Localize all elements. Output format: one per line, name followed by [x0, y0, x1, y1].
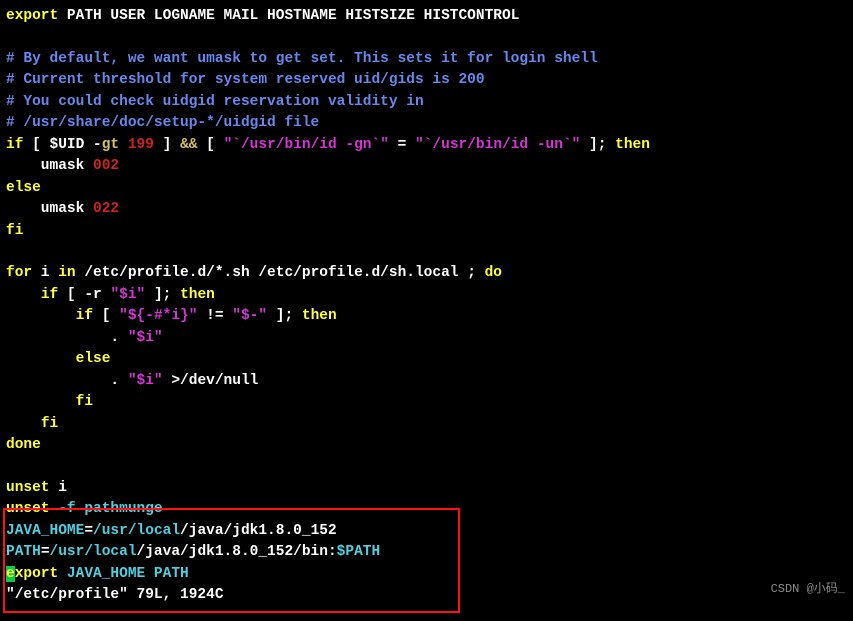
code-line: PATH=/usr/local/java/jdk1.8.0_152/bin:$P…	[6, 544, 380, 560]
code-line: fi	[6, 394, 93, 410]
code-line: JAVA_HOME=/usr/local/java/jdk1.8.0_152	[6, 523, 337, 539]
code-line: else	[6, 351, 110, 367]
comment-line: # By default, we want umask to get set. …	[6, 51, 598, 67]
code-line: export PATH USER LOGNAME MAIL HOSTNAME H…	[6, 8, 519, 24]
keyword-done: done	[6, 437, 41, 453]
code-line: umask 002	[6, 158, 119, 174]
code-line: unset -f pathmunge	[6, 501, 163, 517]
comment-line: # Current threshold for system reserved …	[6, 72, 485, 88]
keyword-else: else	[6, 180, 41, 196]
blank-line	[6, 29, 15, 45]
cursor-position: e	[6, 566, 15, 582]
blank-line	[6, 459, 15, 475]
blank-line	[6, 244, 15, 260]
code-line: unset i	[6, 480, 67, 496]
comment-line: # /usr/share/doc/setup-*/uidgid file	[6, 115, 319, 131]
code-line: fi	[6, 416, 58, 432]
code-line: if [ $UID -gt 199 ] && [ "`/usr/bin/id -…	[6, 137, 650, 153]
comment-line: # You could check uidgid reservation val…	[6, 94, 424, 110]
terminal-content: export PATH USER LOGNAME MAIL HOSTNAME H…	[6, 6, 853, 607]
code-line: for i in /etc/profile.d/*.sh /etc/profil…	[6, 265, 502, 281]
vim-status-line: "/etc/profile" 79L, 1924C	[6, 587, 224, 603]
keyword-export: export	[6, 8, 58, 24]
watermark-text: CSDN @小码_	[771, 581, 845, 599]
code-line: if [ -r "$i" ]; then	[6, 287, 215, 303]
keyword-fi: fi	[6, 223, 23, 239]
code-line: export JAVA_HOME PATH	[6, 566, 189, 582]
code-line: . "$i"	[6, 330, 163, 346]
code-line: if [ "${-#*i}" != "$-" ]; then	[6, 308, 337, 324]
code-line: umask 022	[6, 201, 119, 217]
code-line: . "$i" >/dev/null	[6, 373, 258, 389]
